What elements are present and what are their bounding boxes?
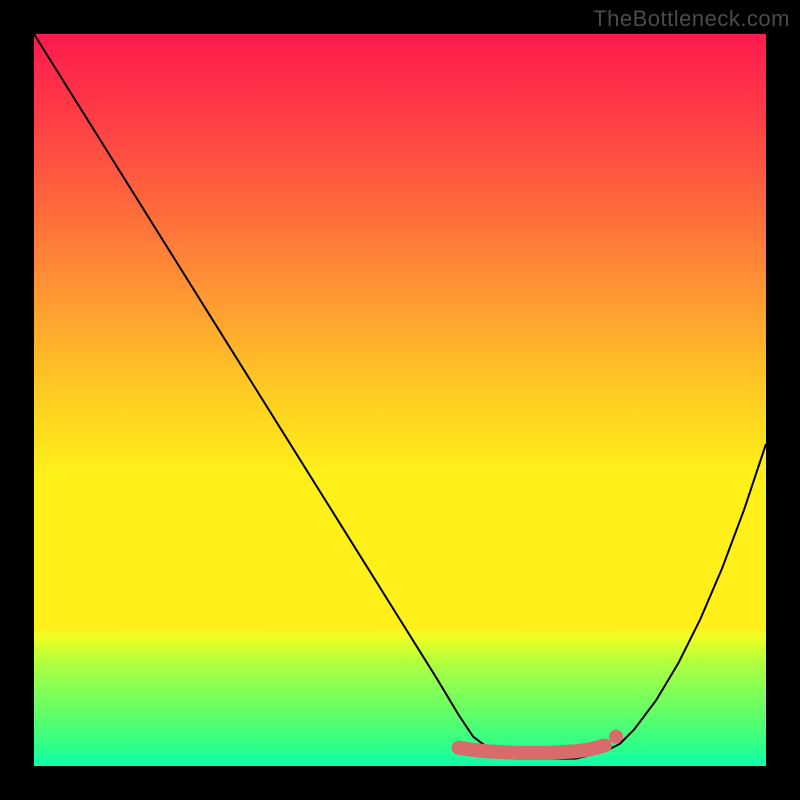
series-bottleneck-curve — [34, 34, 766, 759]
series-minimum-marker — [459, 746, 605, 753]
series-minimum-end-marker — [609, 730, 623, 744]
plot-area — [34, 34, 766, 766]
chart-svg — [34, 34, 766, 766]
watermark-text: TheBottleneck.com — [593, 6, 790, 32]
chart-frame: TheBottleneck.com — [0, 0, 800, 800]
